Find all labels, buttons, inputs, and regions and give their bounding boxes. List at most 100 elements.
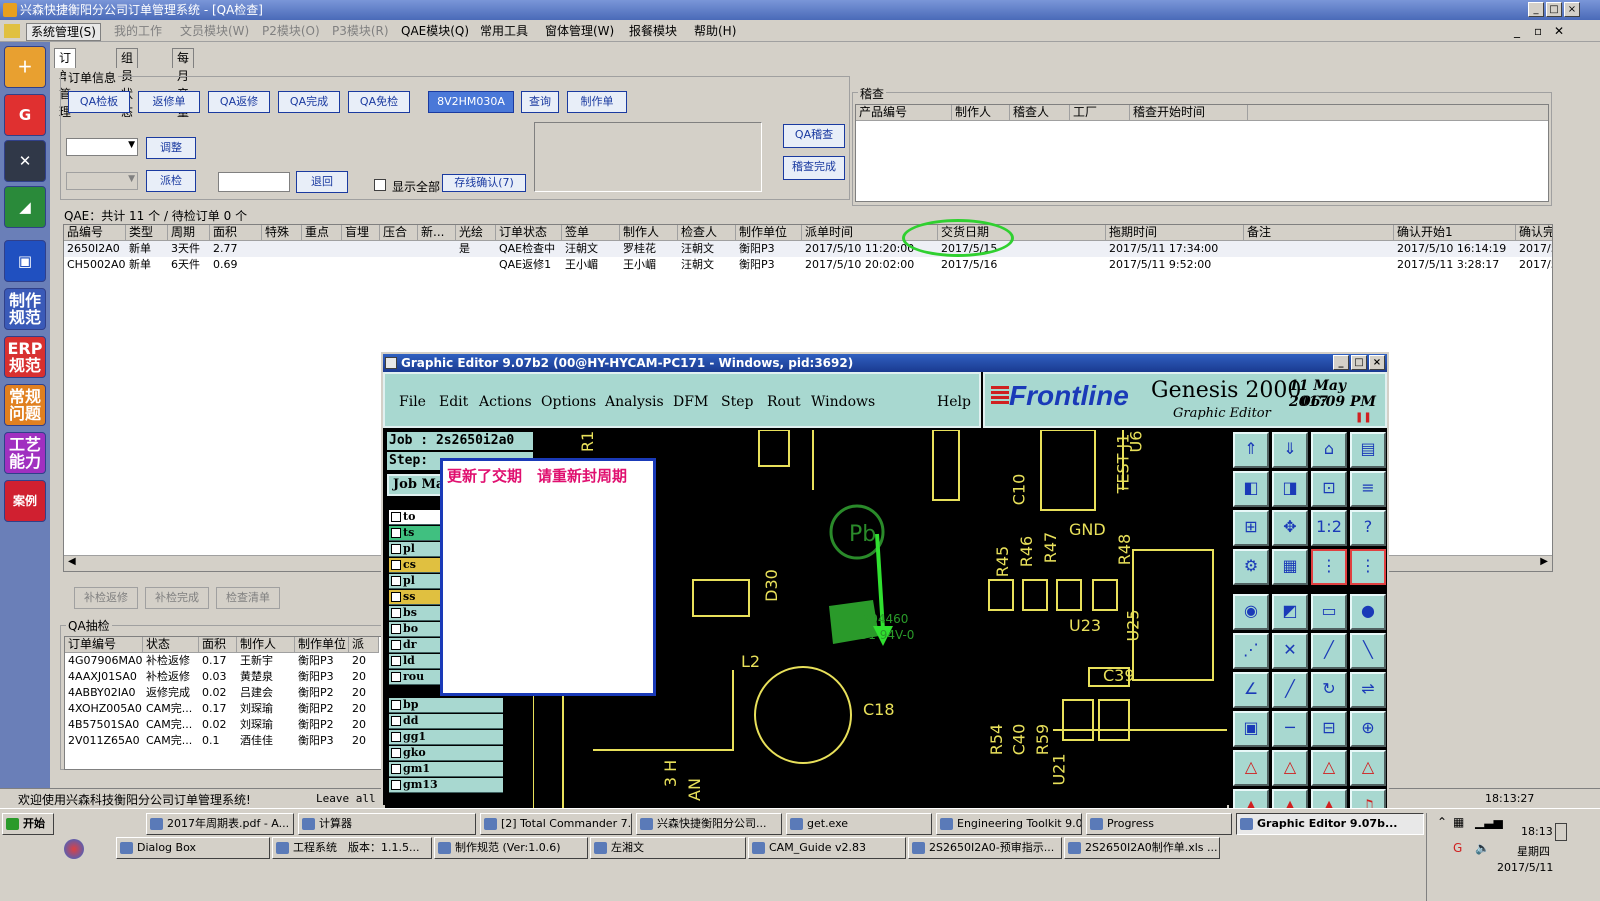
layer-checkbox[interactable] [391, 700, 401, 710]
taskbar-item[interactable]: 工程系统 版本：1.1.5... [272, 837, 432, 859]
order-col-header[interactable]: 确认完成 [1516, 225, 1552, 241]
draw-icon[interactable]: ╱ [1272, 672, 1308, 708]
layers-red-icon[interactable]: ⋮ [1311, 549, 1347, 585]
order-col-header[interactable]: 拖期时间 [1106, 225, 1244, 241]
order-col-header[interactable]: 压合 [380, 225, 418, 241]
ge-menu-rout[interactable]: Rout [767, 394, 801, 410]
fit-icon[interactable]: ⊡ [1311, 471, 1347, 507]
audit-col-header[interactable]: 工厂 [1070, 105, 1130, 121]
order-col-header[interactable]: 周期 [168, 225, 210, 241]
move-down-icon[interactable]: ⇓ [1272, 432, 1308, 468]
dispatch-button[interactable]: 派检 [146, 170, 196, 192]
order-col-header[interactable]: 新... [418, 225, 456, 241]
layer-checkbox[interactable] [391, 716, 401, 726]
tray-signal-icon[interactable]: ▁▃▅ [1475, 815, 1503, 829]
menu-tools[interactable]: 常用工具 [480, 23, 528, 39]
qa-col-header[interactable]: 面积 [199, 637, 237, 653]
qa-audit-button[interactable]: QA稽查 [783, 124, 845, 148]
ge-menu-step[interactable]: Step [721, 394, 753, 410]
ge-menu-edit[interactable]: Edit [439, 394, 468, 410]
menu-system[interactable]: 系统管理(S) [26, 23, 101, 41]
window-icon[interactable]: ▤ [1350, 432, 1386, 468]
ge-menu-dfm[interactable]: DFM [673, 394, 708, 410]
taskbar-item[interactable]: get.exe [786, 813, 932, 835]
tray-icon[interactable]: ⌃ [1437, 815, 1447, 829]
grid-icon[interactable]: ▦ [1272, 549, 1308, 585]
order-col-header[interactable]: 备注 [1244, 225, 1394, 241]
leftbar-capability[interactable]: 工艺能力 [4, 432, 46, 474]
audit-col-header[interactable]: 稽查开始时间 [1130, 105, 1248, 121]
taskbar-item[interactable]: CAM_Guide v2.83 [748, 837, 906, 859]
menu-p2[interactable]: P2模块(O) [262, 23, 320, 39]
order-col-header[interactable]: 盲埋 [342, 225, 380, 241]
order-col-header[interactable]: 制作单位 [736, 225, 802, 241]
adjust-button[interactable]: 调整 [146, 137, 196, 159]
connect-icon[interactable]: ⋰ [1233, 633, 1269, 669]
rework-order-button[interactable]: 返修单 [138, 91, 200, 113]
check-list-button[interactable]: 检查清单 [216, 587, 280, 609]
audit-col-header[interactable]: 产品编号 [856, 105, 952, 121]
taskbar-item[interactable]: Dialog Box [116, 837, 270, 859]
taskbar-item[interactable]: Progress [1086, 813, 1232, 835]
order-col-header[interactable]: 确认开始1 [1394, 225, 1516, 241]
staff-select[interactable]: ▼ [66, 138, 138, 156]
scale-icon[interactable]: 1:2 [1311, 510, 1347, 546]
clock-time[interactable]: 18:13 [1521, 825, 1553, 838]
rotate-icon[interactable]: ↻ [1311, 672, 1347, 708]
triangle2-icon[interactable]: △ [1272, 750, 1308, 786]
table-row[interactable]: 2650I2A0 新单 3天件 2.77 是 QAE检查中 汪朝文 罗桂花 汪朝文 衡阳P3 201… [64, 241, 1552, 257]
cross-icon[interactable]: ✕ [1272, 633, 1308, 669]
save-icon[interactable]: ▣ [4, 240, 46, 282]
ruler-icon[interactable]: ▭ [1311, 594, 1347, 630]
zoom-fit-icon[interactable]: ⊞ [1233, 510, 1269, 546]
chart-icon[interactable]: ◢ [4, 186, 46, 228]
flip-icon[interactable]: ⇌ [1350, 672, 1386, 708]
order-code-field[interactable]: 8V2HM030A [428, 91, 514, 113]
point-icon[interactable]: ▣ [1233, 711, 1269, 747]
desktop-icon[interactable] [1555, 823, 1567, 841]
ge-menu-file[interactable]: File [399, 394, 426, 410]
qa-complete-button[interactable]: QA完成 [278, 91, 340, 113]
qa-inspect-button[interactable]: QA检板 [68, 91, 130, 113]
ge-menu-options[interactable]: Options [541, 394, 596, 410]
tray-network-icon[interactable]: ▦ [1453, 815, 1464, 829]
scroll-right-icon[interactable]: ▶ [1540, 556, 1548, 567]
taskbar-item[interactable]: Graphic Editor 9.07b... [1236, 813, 1424, 835]
layer-checkbox[interactable] [391, 608, 401, 618]
layer-item[interactable]: bp [389, 698, 503, 713]
taskbar-item[interactable]: 左湘文 [590, 837, 746, 859]
settings-icon[interactable]: ⚙ [1233, 549, 1269, 585]
measure-icon[interactable]: ⊟ [1311, 711, 1347, 747]
maximize-button[interactable]: □ [1546, 2, 1562, 17]
home-icon[interactable]: ⌂ [1311, 432, 1347, 468]
make-order-button[interactable]: 制作单 [567, 91, 627, 113]
tab-member-status[interactable]: 组员状态 [116, 48, 139, 119]
leftbar-issues[interactable]: 常规问题 [4, 384, 46, 426]
order-col-header[interactable]: 面积 [210, 225, 262, 241]
layer-checkbox[interactable] [391, 512, 401, 522]
menu-windows[interactable]: 窗体管理(W) [545, 23, 614, 39]
order-col-header[interactable]: 制作人 [620, 225, 678, 241]
taskbar-item[interactable]: Engineering Toolkit 9.0... [936, 813, 1082, 835]
order-col-header[interactable]: 品编号 [64, 225, 126, 241]
order-col-header[interactable]: 重点 [302, 225, 342, 241]
ge-menu-windows[interactable]: Windows [811, 394, 875, 410]
record-icon[interactable]: ● [1350, 594, 1386, 630]
clock-day[interactable]: 星期四 [1517, 843, 1550, 859]
app-menu-icon[interactable] [4, 24, 20, 38]
taskbar-item[interactable]: 兴森快捷衡阳分公司... [636, 813, 782, 835]
layer-item[interactable]: gg1 [389, 730, 503, 745]
layer-item[interactable]: gm1 [389, 762, 503, 777]
line-icon[interactable]: ╱ [1311, 633, 1347, 669]
dispatch-select[interactable]: ▼ [66, 172, 138, 190]
layer-item[interactable]: gko [389, 746, 503, 761]
edit-shape-icon[interactable]: ◩ [1272, 594, 1308, 630]
triangle4-icon[interactable]: △ [1350, 750, 1386, 786]
leftbar-cases[interactable]: 案例 [4, 480, 46, 522]
line2-icon[interactable]: ╲ [1350, 633, 1386, 669]
table-row[interactable]: CH5002A0 新单 6天件 0.69 QAE返修1 王小嵋 王小嵋 汪朝文 衡阳P3 2017… [64, 257, 1552, 273]
ge-menu-actions[interactable]: Actions [479, 394, 532, 410]
leftbar-erp[interactable]: ERP规范 [4, 336, 46, 378]
mdi-restore[interactable]: ▫ [1534, 23, 1542, 39]
return-button[interactable]: 退回 [296, 171, 348, 193]
